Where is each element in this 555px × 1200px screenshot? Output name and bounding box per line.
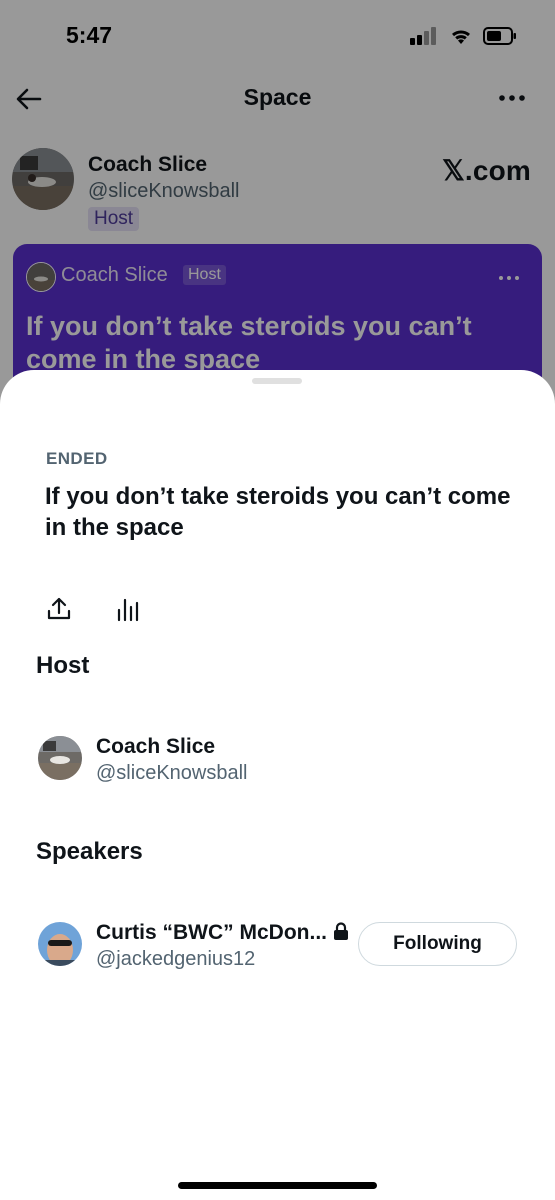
space-status: ENDED: [46, 449, 108, 468]
card-more-icon[interactable]: [498, 274, 520, 282]
watermark-text: 𝕏.com: [442, 155, 531, 186]
battery-icon: [483, 27, 516, 45]
host-handle: @sliceKnowsball: [88, 180, 240, 202]
page-title: Space: [243, 84, 312, 110]
host-avatar[interactable]: [12, 148, 74, 210]
card-host-avatar: [26, 262, 56, 292]
share-icon: [47, 597, 71, 620]
host-photo: [12, 148, 74, 210]
card-host-name: Coach Slice: [61, 264, 168, 286]
space-details-sheet: ENDED If you don’t take steroids you can…: [0, 370, 555, 1200]
status-time: 5:47: [66, 22, 113, 48]
host-row-avatar[interactable]: [38, 736, 82, 780]
host-badge: Host: [88, 207, 140, 231]
more-dots-icon: [499, 95, 525, 101]
speakers-section-heading: Speakers: [36, 838, 143, 865]
following-button[interactable]: Following: [358, 922, 517, 966]
stats-button[interactable]: [116, 596, 142, 622]
more-options-button[interactable]: [497, 86, 527, 110]
card-host-badge: Host: [183, 265, 226, 285]
speaker-photo: [38, 922, 82, 966]
share-button[interactable]: [46, 596, 72, 622]
host-row-name[interactable]: Coach Slice: [96, 735, 215, 759]
speaker-row-name[interactable]: Curtis “BWC” McDon...: [96, 921, 327, 945]
signal-icon: [410, 27, 436, 45]
space-title: If you don’t take steroids you can’t com…: [45, 483, 511, 541]
host-row-photo: [38, 736, 82, 780]
card-host-photo: [27, 263, 55, 291]
speaker-row-avatar[interactable]: [38, 922, 82, 966]
status-icons: [409, 26, 517, 46]
wifi-icon: [452, 30, 470, 44]
stats-icon: [117, 598, 139, 622]
home-indicator: [178, 1182, 377, 1189]
lock-icon: [334, 922, 348, 940]
speaker-row-handle: @jackedgenius12: [96, 948, 256, 970]
card-title: If you don’t take steroids you can’t com…: [26, 311, 472, 374]
sheet-grabber[interactable]: [252, 378, 302, 384]
host-row-handle: @sliceKnowsball: [96, 762, 248, 784]
host-name: Coach Slice: [88, 153, 208, 176]
host-section-heading: Host: [36, 652, 90, 679]
